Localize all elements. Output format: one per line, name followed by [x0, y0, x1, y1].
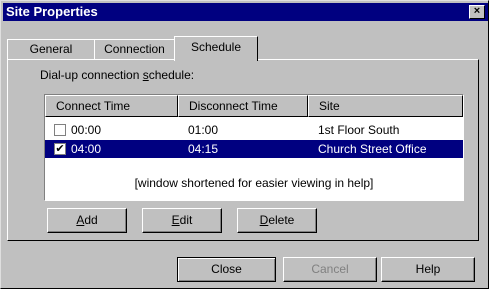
row-checkbox[interactable] [54, 124, 66, 136]
column-header-connect-time[interactable]: Connect Time [45, 95, 178, 117]
add-label: dd [84, 213, 98, 227]
delete-label: elete [268, 213, 295, 227]
edit-accelerator: E [171, 213, 180, 227]
tab-connection[interactable]: Connection [94, 39, 175, 59]
close-button[interactable]: Close [177, 257, 276, 282]
column-header-site[interactable]: Site [308, 95, 463, 117]
schedule-label: Dial-up connection schedule: [40, 68, 194, 82]
help-button[interactable]: Help [381, 257, 475, 282]
delete-accelerator: D [259, 213, 269, 227]
tab-general[interactable]: General [7, 39, 95, 59]
site-cell: 1st Floor South [318, 123, 400, 137]
column-header-disconnect-time[interactable]: Disconnect Time [178, 95, 308, 117]
title-bar: Site Properties × [3, 3, 488, 21]
site-cell: Church Street Office [318, 142, 427, 156]
delete-button[interactable]: Delete [237, 208, 317, 233]
close-icon[interactable]: × [469, 5, 485, 19]
edit-label: dit [179, 213, 193, 227]
cancel-button[interactable]: Cancel [283, 257, 377, 282]
disconnect-time-cell: 01:00 [188, 123, 219, 137]
tab-schedule[interactable]: Schedule [174, 36, 258, 61]
connect-time-cell: 00:00 [71, 123, 102, 137]
schedule-label-part: chedule: [148, 68, 195, 82]
row-checkbox-checked[interactable]: ✔ [54, 143, 66, 155]
edit-button[interactable]: Edit [142, 208, 222, 233]
disconnect-time-cell: 04:15 [188, 142, 219, 156]
connect-time-cell: 04:00 [71, 142, 102, 156]
schedule-label-part: Dial-up connection [40, 68, 143, 82]
schedule-list[interactable]: Connect Time Disconnect Time Site 00:00 … [44, 94, 464, 201]
add-button[interactable]: Add [47, 208, 127, 233]
schedule-row-selected[interactable]: ✔ 04:00 04:15 Church Street Office [45, 140, 463, 158]
help-note: [window shortened for easier viewing in … [134, 176, 374, 190]
site-properties-dialog: Site Properties × General Connection Sch… [0, 0, 489, 289]
window-title: Site Properties [6, 4, 98, 19]
schedule-row[interactable]: 00:00 01:00 1st Floor South [45, 121, 463, 139]
